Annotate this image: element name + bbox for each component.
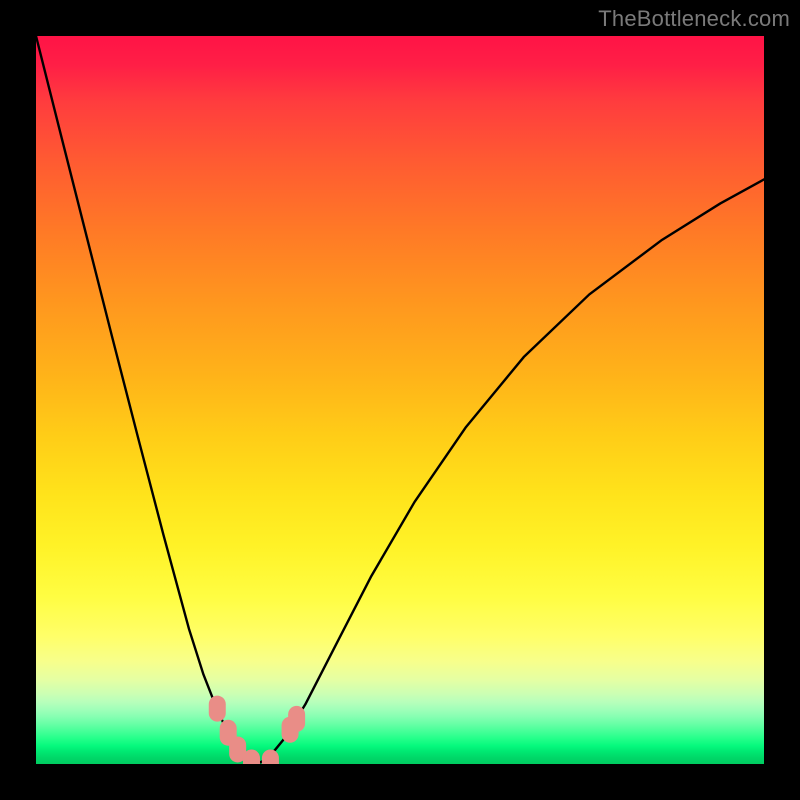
watermark-text: TheBottleneck.com (598, 6, 790, 32)
bottleneck-curve-path (36, 36, 764, 764)
marker-cluster (209, 696, 305, 764)
curve-layer (36, 36, 764, 764)
marker-point (209, 696, 226, 722)
chart-frame: TheBottleneck.com (0, 0, 800, 800)
bottleneck-curve (36, 36, 764, 764)
marker-point (288, 706, 305, 732)
marker-point (262, 750, 279, 764)
plot-area (36, 36, 764, 764)
